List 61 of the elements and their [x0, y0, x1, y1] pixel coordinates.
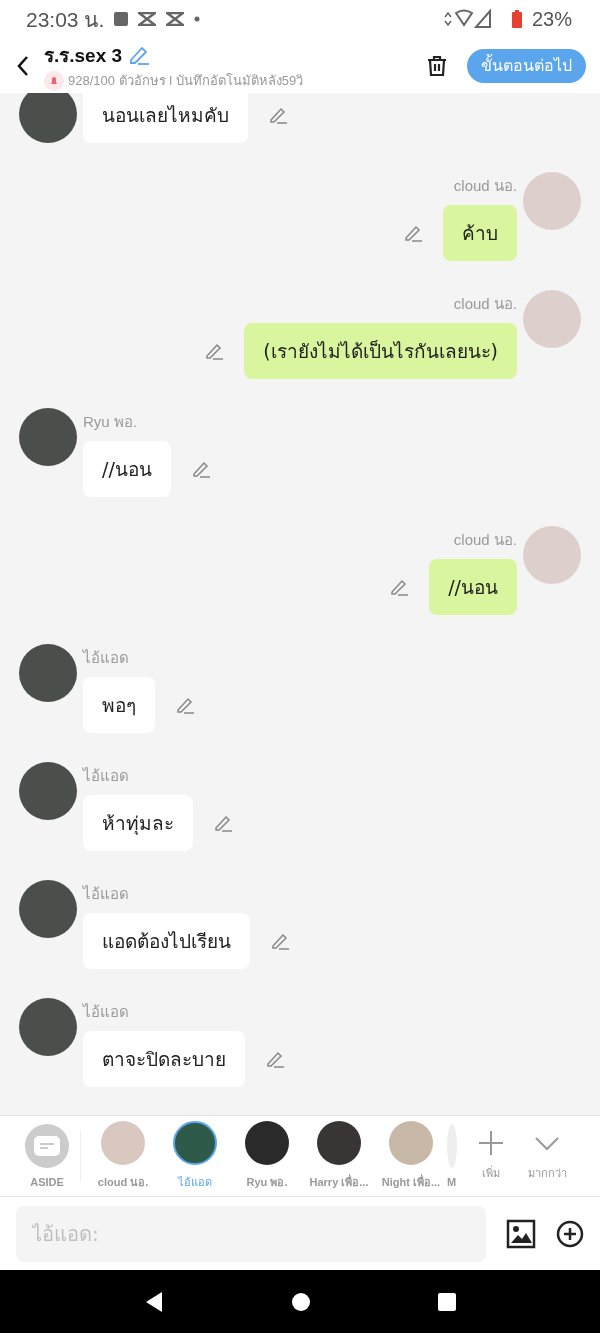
edit-icon[interactable] [204, 341, 225, 361]
edit-icon[interactable] [389, 577, 410, 597]
add-button[interactable]: เพิ่ม [463, 1130, 519, 1182]
trash-icon[interactable] [425, 53, 449, 78]
alert-icon [44, 70, 64, 91]
avatar [19, 880, 77, 938]
dot-icon [194, 16, 201, 22]
message-bubble: //นอน [83, 441, 171, 497]
image-notification-icon [114, 12, 129, 26]
edit-icon[interactable] [403, 223, 423, 243]
message-bubble: //นอน [429, 559, 517, 615]
edit-icon[interactable] [175, 695, 195, 715]
aside-icon [25, 1124, 69, 1168]
app-notification-icon [166, 12, 185, 26]
message-bubble: นอนเลยไหมคับ [83, 93, 248, 143]
character-name[interactable]: M [447, 1176, 457, 1188]
character-count: 928/100 ตัวอักษร l บันทึกอัตโนมัติหลัง59วิ [68, 72, 304, 90]
message-bubble: (เรายังไม่ได้เป็นไรกันเลยนะ) [244, 323, 517, 379]
character-name[interactable]: Harry เพื่อ... [309, 1173, 369, 1191]
story-title: ร.ร.sex 3 [44, 44, 123, 68]
message-bubble: ตาจะปิดละบาย [83, 1031, 245, 1087]
back-icon[interactable] [16, 54, 30, 77]
recents-nav-icon[interactable] [438, 1292, 457, 1311]
battery-level: 23% [531, 7, 572, 31]
avatar [19, 998, 77, 1056]
sender-name: cloud นอ. [453, 176, 517, 196]
edit-icon[interactable] [190, 459, 211, 479]
edit-icon[interactable] [270, 931, 290, 951]
sender-name: ไอ้แอด [83, 766, 129, 786]
avatar [19, 408, 77, 466]
edit-icon[interactable] [213, 813, 233, 833]
home-nav-icon[interactable] [291, 1291, 311, 1312]
image-icon[interactable] [506, 1218, 536, 1249]
add-circle-icon[interactable] [556, 1219, 584, 1248]
character-name[interactable]: Night เพื่อ... [381, 1173, 441, 1191]
sender-name: ไอ้แอด [83, 648, 129, 668]
sender-name: Ryu พอ. [83, 412, 137, 432]
sender-name: cloud นอ. [453, 294, 517, 314]
message-bubble: ค้าบ [443, 205, 517, 261]
edit-title-icon[interactable] [128, 44, 151, 66]
character-name[interactable]: ASIDE [30, 1176, 64, 1188]
message-bubble: แอดต้องไปเรียน [83, 913, 250, 969]
app-notification-icon [138, 12, 157, 26]
next-step-button[interactable]: ขั้นตอนต่อไป [467, 48, 586, 83]
sender-name: cloud นอ. [453, 530, 517, 550]
sender-name: ไอ้แอด [83, 884, 129, 904]
plus-icon [478, 1130, 504, 1156]
message-bubble: พอๆ [83, 677, 155, 733]
more-button[interactable]: มากกว่า [519, 1130, 575, 1182]
avatar [19, 762, 77, 820]
avatar [19, 644, 77, 702]
sender-name: ไอ้แอด [83, 1002, 129, 1022]
battery-icon [511, 10, 522, 28]
message-bubble: ห้าทุ่มละ [83, 795, 193, 851]
character-name[interactable]: cloud นอ. [97, 1173, 149, 1191]
status-time: 23:03 น. [26, 6, 105, 33]
edit-icon[interactable] [268, 105, 288, 125]
avatar [19, 93, 77, 143]
character-name[interactable]: Ryu พอ. [246, 1173, 288, 1191]
character-name[interactable]: ไอ้แอด [178, 1173, 212, 1191]
edit-icon[interactable] [265, 1049, 285, 1069]
